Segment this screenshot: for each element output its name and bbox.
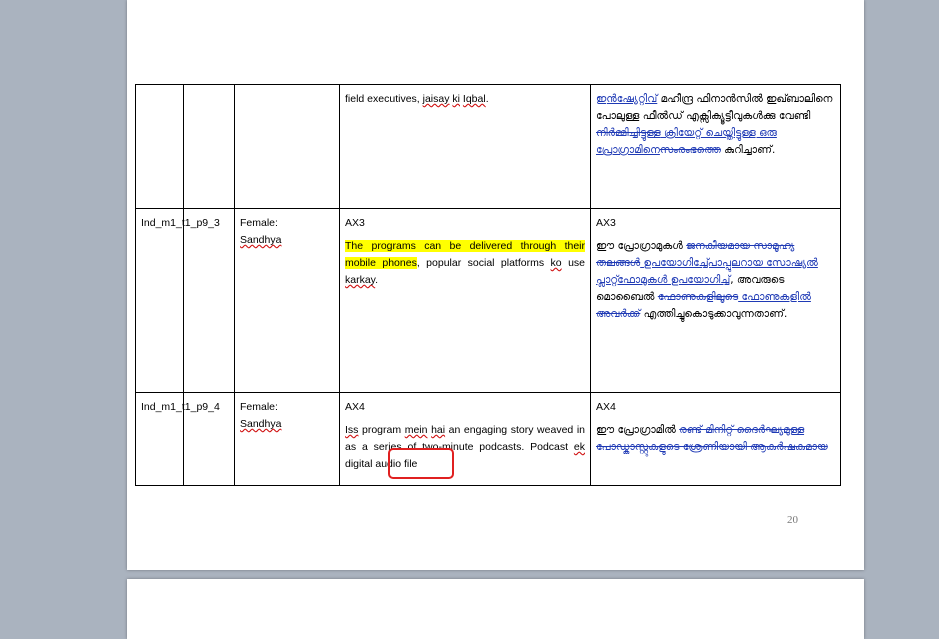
line-code: AX4 [345, 401, 365, 413]
english-cell[interactable]: AX3 The programs can be delivered throug… [339, 208, 591, 393]
tracked-insertion: ഇന്‍ഷ്യേറ്റിവ് [596, 93, 658, 105]
empty-cell [183, 208, 235, 393]
segment-id-cell: Ind_m1_t1_p9_3 [135, 208, 220, 393]
malayalam-text: ഇന്‍ഷ്യേറ്റിവ് മഹീന്ദ്ര ഫിനാന്‍സിൽ ഇഖ്ബാ… [596, 91, 835, 159]
segment-id: Ind_m1_t1_p9_4 [141, 401, 220, 413]
text-run: program [358, 424, 405, 436]
english-text: field executives, jaisay ki Iqbal. [345, 93, 489, 105]
table-row: Ind_m1_t1_p9_4 Female: Sandhya AX4 Iss p… [135, 392, 841, 486]
table-row: field executives, jaisay ki Iqbal. ഇന്‍ഷ… [135, 84, 841, 209]
tracked-deletion: സംരംഭത്തെ [659, 144, 721, 156]
tracked-deletion: അവർക്ക് [596, 308, 641, 320]
speaker-label: Female: [240, 217, 278, 229]
english-text: Iss program mein hai an engaging story w… [345, 422, 585, 473]
line-code: AX3 [596, 217, 616, 229]
text-run: എത്തിച്ചുകൊടുക്കാവുന്നതാണ്. [640, 308, 788, 320]
segment-id-cell [135, 84, 184, 209]
table-row: Ind_m1_t1_p9_3 Female: Sandhya AX3 The p… [135, 208, 841, 393]
segment-id: Ind_m1_t1_p9_3 [141, 217, 220, 229]
malayalam-text: ഈ പ്രോഗ്രാമുകൾ ജനകീയമായ സാമൂഹ്യ തലങ്ങൾ ഉ… [596, 238, 835, 323]
tracked-deletion: ഫോണുകളിലൂടെ [657, 291, 739, 303]
speaker-name: Sandhya [240, 234, 282, 246]
spellcheck-word: Iss [345, 424, 359, 436]
spellcheck-word: mein [404, 424, 428, 436]
segment-id-cell: Ind_m1_t1_p9_4 [135, 392, 220, 486]
text-run: കുറിച്ചാണ്. [720, 144, 776, 156]
text-run: ഈ പ്രോഗ്രാമിൽ [596, 424, 680, 436]
english-text: The programs can be delivered through th… [345, 240, 586, 286]
speaker-label: Female: [240, 401, 278, 413]
spellcheck-word: ek [573, 441, 585, 453]
malayalam-text: ഈ പ്രോഗ്രാമിൽ രണ്ട് മിനിറ്റ് ദൈർഘ്യമുള്ള… [596, 422, 835, 456]
english-cell[interactable]: field executives, jaisay ki Iqbal. [339, 84, 591, 209]
page-number: 20 [787, 514, 798, 526]
speaker-name: Sandhya [240, 418, 282, 430]
empty-cell [183, 84, 235, 209]
speaker-cell: Female: Sandhya [234, 392, 340, 486]
speaker-cell: Female: Sandhya [234, 208, 340, 393]
line-code: AX4 [596, 401, 616, 413]
spellcheck-word: hai [431, 424, 446, 436]
tracked-insertion: ഫോണുകളിൽ [738, 291, 811, 303]
tracked-deletion: നിർമ്മിച്ചിട്ടുള്ള [596, 127, 661, 139]
speaker-cell [234, 84, 340, 209]
document-page: field executives, jaisay ki Iqbal. ഇന്‍ഷ… [127, 0, 864, 570]
malayalam-cell[interactable]: AX4 ഈ പ്രോഗ്രാമിൽ രണ്ട് മിനിറ്റ് ദൈർഘ്യമ… [590, 392, 841, 486]
malayalam-cell[interactable]: ഇന്‍ഷ്യേറ്റിവ് മഹീന്ദ്ര ഫിനാന്‍സിൽ ഇഖ്ബാ… [590, 84, 841, 209]
line-code: AX3 [345, 217, 365, 229]
malayalam-cell[interactable]: AX3 ഈ പ്രോഗ്രാമുകൾ ജനകീയമായ സാമൂഹ്യ തലങ്… [590, 208, 841, 393]
english-cell[interactable]: AX4 Iss program mein hai an engaging sto… [339, 392, 591, 486]
red-annotation-box [388, 448, 454, 479]
next-document-page [127, 579, 864, 639]
text-run: ഈ പ്രോഗ്രാമുകൾ [596, 240, 687, 252]
translation-table: field executives, jaisay ki Iqbal. ഇന്‍ഷ… [135, 84, 841, 486]
